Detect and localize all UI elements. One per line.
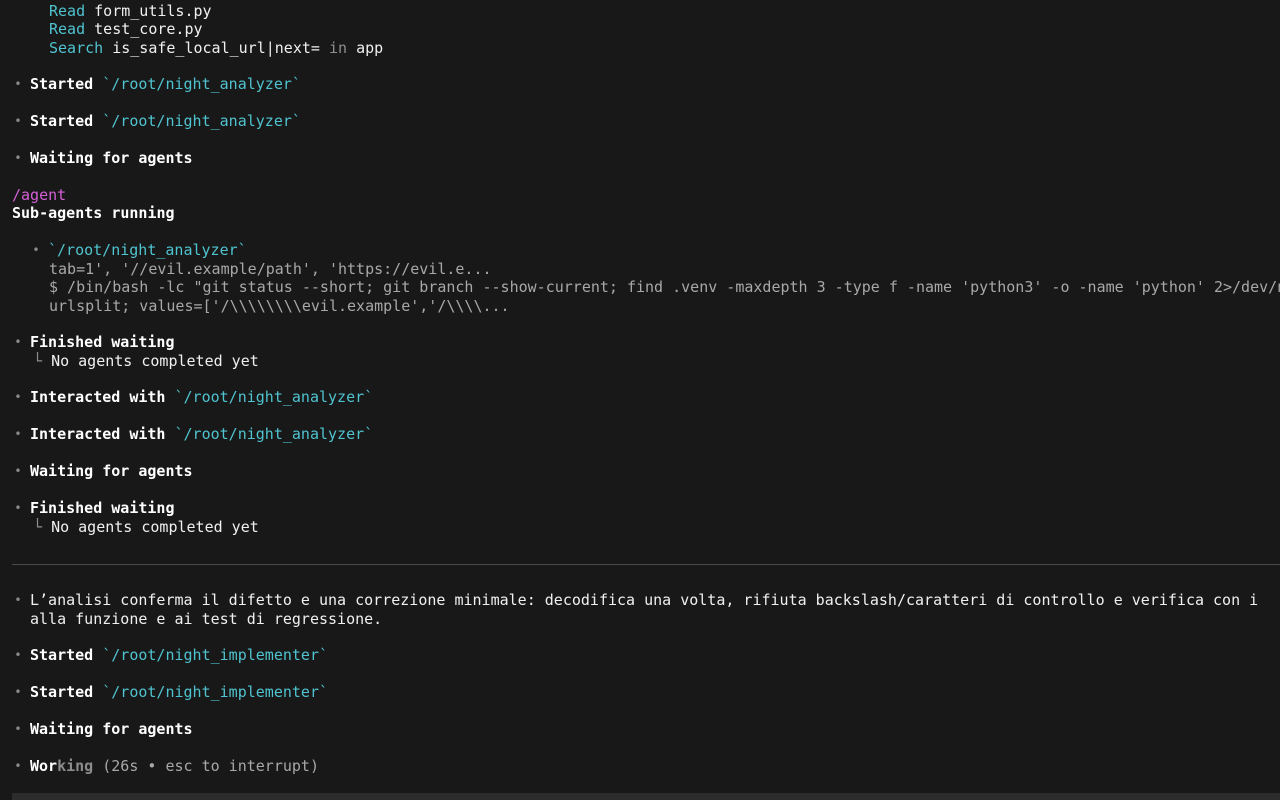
event-label: Waiting for agents bbox=[30, 720, 193, 738]
assistant-message-text: L’analisi conferma il difetto e una corr… bbox=[30, 591, 1259, 609]
agent-path: `/root/night_analyzer` bbox=[102, 112, 301, 130]
agent-command-text: /agent bbox=[12, 186, 67, 204]
event-label: Interacted with bbox=[30, 425, 166, 443]
sub-agent-detail-2: $ /bin/bash -lc "git status --short; git… bbox=[49, 278, 1280, 296]
tool-arg: form_utils.py bbox=[94, 2, 212, 20]
event-label: Started bbox=[30, 75, 94, 93]
event-started-analyzer-2: • Started `/root/night_analyzer` bbox=[0, 112, 1280, 130]
event-started-implementer-1: • Started `/root/night_implementer` bbox=[0, 646, 1280, 664]
event-label: Waiting for agents bbox=[30, 462, 193, 480]
tool-arg: is_safe_local_url|next= bbox=[112, 39, 320, 57]
working-label-dim: king bbox=[57, 757, 94, 775]
tool-verb: Search bbox=[49, 39, 104, 57]
event-label: Started bbox=[30, 683, 94, 701]
agent-panel-title: Sub-agents running bbox=[0, 204, 1280, 222]
bullet-icon: • bbox=[14, 390, 22, 404]
tool-scope: app bbox=[356, 39, 384, 57]
sub-agent-item: • `/root/night_analyzer` bbox=[0, 241, 1280, 259]
working-detail: (26s • esc to interrupt) bbox=[102, 757, 319, 775]
event-sub-text: No agents completed yet bbox=[51, 518, 259, 536]
event-label: Finished waiting bbox=[30, 333, 175, 351]
bullet-icon: • bbox=[32, 243, 40, 257]
working-label-bright: Wor bbox=[30, 757, 58, 775]
event-waiting-1: • Waiting for agents bbox=[0, 149, 1280, 167]
bullet-icon: • bbox=[14, 501, 22, 515]
event-finished-waiting-1-sub: └ No agents completed yet bbox=[0, 352, 1280, 370]
event-waiting-3: • Waiting for agents bbox=[0, 720, 1280, 738]
bullet-icon: • bbox=[14, 151, 22, 165]
event-started-analyzer-1: • Started `/root/night_analyzer` bbox=[0, 75, 1280, 93]
event-waiting-2: • Waiting for agents bbox=[0, 462, 1280, 480]
agent-path: `/root/night_analyzer` bbox=[174, 425, 374, 443]
bullet-icon: • bbox=[14, 464, 22, 478]
section-divider bbox=[12, 564, 1280, 565]
agent-path: `/root/night_implementer` bbox=[102, 646, 329, 664]
agent-command: /agent bbox=[0, 186, 1280, 204]
tool-verb: Read bbox=[49, 20, 86, 38]
event-label: Finished waiting bbox=[30, 499, 175, 517]
event-label: Started bbox=[30, 112, 94, 130]
bullet-icon: • bbox=[14, 77, 22, 91]
bullet-icon: • bbox=[14, 648, 22, 662]
event-finished-waiting-1: • Finished waiting bbox=[0, 333, 1280, 351]
agent-panel-title-text: Sub-agents running bbox=[12, 204, 175, 222]
tree-branch-icon: └ bbox=[33, 518, 43, 536]
event-finished-waiting-2-sub: └ No agents completed yet bbox=[0, 518, 1280, 536]
agent-path: `/root/night_implementer` bbox=[102, 683, 329, 701]
agent-path: `/root/night_analyzer` bbox=[102, 75, 301, 93]
bullet-icon: • bbox=[14, 427, 22, 441]
assistant-message-line-1: • L’analisi conferma il difetto e una cor… bbox=[0, 591, 1280, 609]
agent-path: `/root/night_analyzer` bbox=[174, 388, 374, 406]
bullet-icon: • bbox=[14, 685, 22, 699]
tool-call-read-form-utils: Read form_utils.py bbox=[0, 2, 1280, 20]
tool-call-search: Search is_safe_local_url|next= in app bbox=[0, 39, 1280, 57]
terminal-output: Read form_utils.py Read test_core.py Sea… bbox=[0, 0, 1280, 800]
event-label: Started bbox=[30, 646, 94, 664]
tree-branch-icon: └ bbox=[33, 352, 43, 370]
event-sub-text: No agents completed yet bbox=[51, 352, 259, 370]
bullet-icon: • bbox=[14, 114, 22, 128]
tool-prep: in bbox=[328, 39, 348, 57]
assistant-message-line-2: alla funzione e ai test di regressione. bbox=[0, 610, 1280, 628]
bullet-icon: • bbox=[14, 722, 22, 736]
tool-arg: test_core.py bbox=[94, 20, 203, 38]
bullet-icon: • bbox=[14, 335, 22, 349]
input-composer-bar[interactable] bbox=[12, 793, 1280, 800]
event-label: Waiting for agents bbox=[30, 149, 193, 167]
assistant-message-text: alla funzione e ai test di regressione. bbox=[30, 610, 383, 628]
event-label: Interacted with bbox=[30, 388, 166, 406]
sub-agent-detail-3: urlsplit; values=['/\\\\\\\\evil.example… bbox=[49, 297, 510, 315]
sub-agent-name: `/root/night_analyzer` bbox=[48, 241, 247, 259]
sub-agent-detail-1: tab=1', '//evil.example/path', 'https://… bbox=[49, 260, 492, 278]
event-interacted-1: • Interacted with `/root/night_analyzer` bbox=[0, 388, 1280, 406]
tool-call-read-test-core: Read test_core.py bbox=[0, 20, 1280, 38]
bullet-icon: • bbox=[14, 593, 22, 607]
event-started-implementer-2: • Started `/root/night_implementer` bbox=[0, 683, 1280, 701]
event-finished-waiting-2: • Finished waiting bbox=[0, 499, 1280, 517]
tool-verb: Read bbox=[49, 2, 86, 20]
working-status: • Working (26s • esc to interrupt) bbox=[0, 757, 1280, 775]
event-interacted-2: • Interacted with `/root/night_analyzer` bbox=[0, 425, 1280, 443]
spinner-icon: • bbox=[14, 759, 22, 773]
